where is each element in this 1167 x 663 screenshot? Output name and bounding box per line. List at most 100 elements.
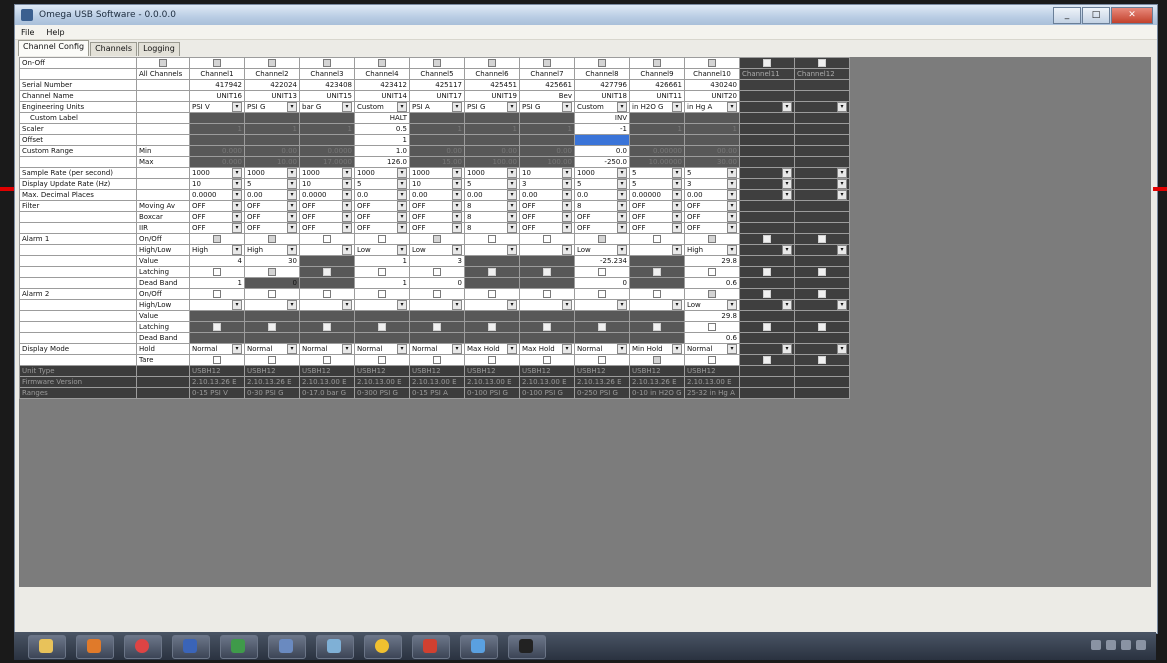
select-cell[interactable]: Custom ▾ [574, 101, 630, 113]
dropdown[interactable]: ▾ [577, 300, 627, 310]
alarm1-deadband-input[interactable] [519, 277, 575, 289]
alarm1-deadband-input[interactable] [464, 277, 520, 289]
select-cell[interactable]: 10 ▾ [299, 178, 355, 190]
select-cell[interactable]: Min Hold ▾ [629, 343, 685, 355]
custom-label-input[interactable]: HALT [354, 112, 410, 124]
select-cell[interactable]: PSI G ▾ [519, 101, 575, 113]
dropdown[interactable]: 0.00000 ▾ [632, 190, 682, 200]
dropdown[interactable]: 3 ▾ [687, 179, 737, 189]
dropdown[interactable]: 0.00 ▾ [522, 190, 572, 200]
channel-name-input[interactable]: UNIT17 [409, 90, 465, 102]
select-cell[interactable]: OFF ▾ [354, 211, 410, 223]
scaler-input[interactable]: 1 [464, 123, 520, 135]
select-cell[interactable]: Low ▾ [574, 244, 630, 256]
dropdown[interactable]: OFF ▾ [302, 223, 352, 233]
dropdown[interactable]: in Hg A ▾ [687, 102, 737, 112]
checkbox[interactable] [323, 356, 331, 364]
select-cell[interactable]: OFF ▾ [189, 211, 245, 223]
select-cell[interactable]: ▾ [464, 244, 520, 256]
dropdown[interactable]: ▾ [742, 168, 792, 178]
scaler-input[interactable]: 1 [409, 123, 465, 135]
dropdown[interactable]: 1000 ▾ [412, 168, 462, 178]
dropdown[interactable]: OFF ▾ [522, 201, 572, 211]
select-cell[interactable]: OFF ▾ [409, 222, 465, 234]
range-max-input[interactable]: 100.00 [519, 156, 575, 168]
dropdown[interactable]: 0.0 ▾ [357, 190, 407, 200]
checkbox[interactable] [213, 235, 221, 243]
checkbox[interactable] [378, 356, 386, 364]
select-cell[interactable]: Normal ▾ [354, 343, 410, 355]
dropdown[interactable]: ▾ [247, 300, 297, 310]
checkbox[interactable] [323, 290, 331, 298]
select-cell[interactable]: Normal ▾ [574, 343, 630, 355]
dropdown[interactable]: Custom ▾ [577, 102, 627, 112]
dropdown[interactable]: OFF ▾ [357, 212, 407, 222]
select-cell[interactable]: OFF ▾ [299, 211, 355, 223]
dropdown[interactable]: ▾ [522, 245, 572, 255]
alarm1-value-input[interactable] [299, 255, 355, 267]
checkbox[interactable] [763, 235, 771, 243]
dropdown[interactable]: OFF ▾ [577, 223, 627, 233]
dropdown[interactable]: 0.0 ▾ [577, 190, 627, 200]
dropdown[interactable]: 1000 ▾ [302, 168, 352, 178]
select-cell[interactable]: Normal ▾ [244, 343, 300, 355]
alarm1-value-input[interactable]: -25.234 [574, 255, 630, 267]
dropdown[interactable]: 10 ▾ [192, 179, 242, 189]
dropdown[interactable]: OFF ▾ [192, 201, 242, 211]
checkbox[interactable] [708, 268, 716, 276]
select-cell[interactable]: 1000 ▾ [244, 167, 300, 179]
checkbox[interactable] [708, 290, 716, 298]
dropdown[interactable]: ▾ [302, 300, 352, 310]
select-cell[interactable]: ▾ [739, 299, 795, 311]
checkbox[interactable] [378, 323, 386, 331]
select-cell[interactable]: Low ▾ [409, 244, 465, 256]
select-cell[interactable]: Normal ▾ [409, 343, 465, 355]
dropdown[interactable]: 0.00 ▾ [412, 190, 462, 200]
dropdown[interactable]: Low ▾ [577, 245, 627, 255]
select-cell[interactable]: 10 ▾ [519, 167, 575, 179]
checkbox[interactable] [488, 268, 496, 276]
checkbox[interactable] [268, 323, 276, 331]
checkbox[interactable] [818, 356, 826, 364]
checkbox[interactable] [213, 290, 221, 298]
select-cell[interactable]: ▾ [574, 299, 630, 311]
checkbox[interactable] [763, 268, 771, 276]
select-cell[interactable]: 5 ▾ [464, 178, 520, 190]
alarm1-deadband-input[interactable]: 0.6 [684, 277, 740, 289]
checkbox[interactable] [378, 235, 386, 243]
taskbar-network-icon[interactable] [460, 635, 498, 659]
dropdown[interactable]: 1000 ▾ [577, 168, 627, 178]
range-max-input[interactable]: 0.000 [189, 156, 245, 168]
checkbox[interactable] [598, 235, 606, 243]
checkbox[interactable] [323, 268, 331, 276]
channel-name-input[interactable]: UNIT16 [189, 90, 245, 102]
select-cell[interactable]: 3 ▾ [684, 178, 740, 190]
checkbox[interactable] [818, 59, 826, 67]
minimize-button[interactable]: _ [1053, 7, 1081, 24]
dropdown[interactable]: OFF ▾ [522, 223, 572, 233]
dropdown[interactable]: Low ▾ [412, 245, 462, 255]
select-cell[interactable]: ▾ [794, 178, 850, 190]
dropdown[interactable]: 5 ▾ [632, 179, 682, 189]
select-cell[interactable]: 3 ▾ [519, 178, 575, 190]
dropdown[interactable]: Normal ▾ [687, 344, 737, 354]
dropdown[interactable]: OFF ▾ [192, 212, 242, 222]
dropdown[interactable]: Low ▾ [687, 300, 737, 310]
dropdown[interactable]: ▾ [467, 245, 517, 255]
checkbox[interactable] [488, 59, 496, 67]
taskbar-tools-icon[interactable] [268, 635, 306, 659]
range-max-input[interactable]: -250.0 [574, 156, 630, 168]
taskbar-pdf-icon[interactable] [412, 635, 450, 659]
range-min-input[interactable]: 0.00000 [629, 145, 685, 157]
select-cell[interactable]: OFF ▾ [629, 211, 685, 223]
select-cell[interactable]: ▾ [794, 343, 850, 355]
checkbox[interactable] [488, 235, 496, 243]
checkbox[interactable] [598, 59, 606, 67]
select-cell[interactable]: OFF ▾ [684, 211, 740, 223]
select-cell[interactable]: OFF ▾ [299, 200, 355, 212]
range-min-input[interactable]: 0.00 [519, 145, 575, 157]
checkbox[interactable] [708, 59, 716, 67]
select-cell[interactable]: Low ▾ [684, 299, 740, 311]
select-cell[interactable]: 1000 ▾ [354, 167, 410, 179]
taskbar-word-icon[interactable] [172, 635, 210, 659]
